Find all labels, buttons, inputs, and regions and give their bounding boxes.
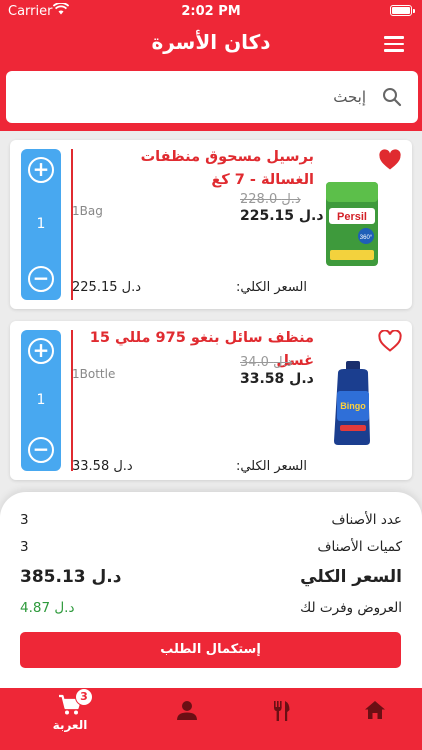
quantity-stepper: + 1 − [21,149,61,300]
increase-quantity-button[interactable]: + [28,338,54,364]
unit-label: 1Bag [72,204,103,218]
app-header: Carrier 2:02 PM دكان الأسرة [0,0,422,131]
item-total-label: السعر الكلي: [235,459,307,474]
quantity-value: 1 [36,391,46,408]
decrease-quantity-button[interactable]: − [28,266,54,292]
tab-cart-label: العربة [52,718,88,732]
savings-label: العروض وفرت لك [300,600,402,616]
battery-icon [390,5,415,16]
hamburger-menu-icon[interactable] [384,36,404,52]
divider [71,149,73,300]
item-total-label: السعر الكلي: [235,280,307,295]
bottom-tab-bar: 3 العربة [0,688,422,750]
favorite-heart-outline-icon[interactable] [378,330,402,352]
tab-home[interactable] [345,700,405,720]
unit-label: 1Bottle [72,367,116,381]
quantity-value: 1 [36,215,46,232]
quantities-value: 3 [20,539,29,555]
cart-count-badge: 3 [75,688,93,706]
search-input[interactable] [46,85,366,109]
quantities-label: كميات الأصناف [317,539,402,555]
savings-value: 4.87 د.ل [20,600,75,616]
cart-item-card: + 1 − منظف سائل بنغو 975 مللي 15 غسل Bin… [10,321,412,480]
quantity-stepper: + 1 − [21,330,61,471]
discounted-price: 33.58 د.ل [240,371,314,387]
search-bar[interactable] [6,71,418,123]
product-image-bingo[interactable]: Bingo [322,359,382,447]
tab-profile[interactable] [157,700,217,720]
increase-quantity-button[interactable]: + [28,157,54,183]
old-price: 34.0 د.ل [240,355,293,370]
items-count-value: 3 [20,512,29,528]
status-bar: Carrier 2:02 PM [0,0,422,22]
person-icon [177,701,197,720]
grand-total-value: 385.13 د.ل [20,567,122,587]
discounted-price: 225.15 د.ل [240,208,324,224]
svg-text:Persil: Persil [337,211,367,223]
checkout-button[interactable]: إستكمال الطلب [20,632,401,668]
old-price: 228.0 د.ل [240,192,301,207]
tab-cart[interactable]: 3 العربة [40,688,100,732]
status-time: 2:02 PM [181,4,241,19]
home-icon [365,701,385,719]
item-total-value: 33.58 د.ل [72,459,133,474]
fork-knife-icon [274,701,290,721]
product-title[interactable]: برسيل مسحوق منظفات الغسالة - 7 كغ [84,146,314,192]
divider [71,330,73,471]
product-image-persil[interactable]: Persil 360° [322,180,382,268]
tab-restaurants[interactable] [251,700,311,722]
svg-text:Bingo: Bingo [340,401,366,411]
search-icon[interactable] [382,87,402,107]
grand-total-label: السعر الكلي [300,567,402,587]
cart-item-card: + 1 − برسيل مسحوق منظفات الغسالة - 7 كغ … [10,140,412,309]
order-summary-panel: عدد الأصناف 3 كميات الأصناف 3 السعر الكل… [0,492,422,688]
items-count-label: عدد الأصناف [331,512,402,528]
svg-text:360°: 360° [360,235,373,241]
favorite-heart-filled-icon[interactable] [378,149,402,171]
item-total-value: 225.15 د.ل [72,280,141,295]
page-title: دكان الأسرة [151,30,271,54]
decrease-quantity-button[interactable]: − [28,437,54,463]
